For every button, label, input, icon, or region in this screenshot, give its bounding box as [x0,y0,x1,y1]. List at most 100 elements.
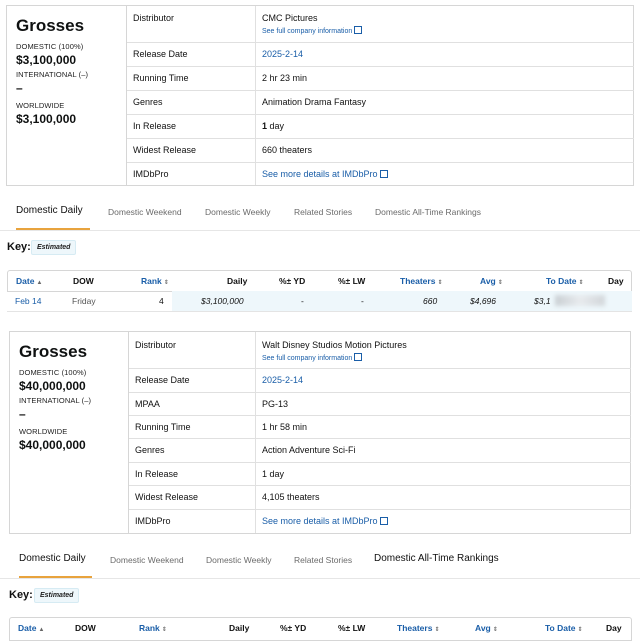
blurred-overlay [555,295,605,306]
col-pct-yd[interactable]: %± YD [279,276,305,286]
active-tab-indicator [19,576,92,578]
col-rank[interactable]: Rank ⇕ [139,623,167,633]
col-day[interactable]: Day [608,276,624,286]
international-label: INTERNATIONAL (–) [16,70,89,79]
row-to-date: $3,1 [534,296,551,306]
detail-label: IMDbPro [133,169,169,179]
external-link-icon [379,170,388,178]
detail-value: 4,105 theaters [262,492,320,502]
detail-row-release-date: Release Date 2025-2-14 [129,368,631,393]
details-table-1: Distributor CMC Pictures See full compan… [126,6,634,185]
tab-domestic-weekend[interactable]: Domestic Weekend [108,207,182,217]
detail-label: Genres [133,97,163,107]
external-link-icon [354,26,363,34]
domestic-value: $3,100,000 [16,53,77,67]
col-avg[interactable]: Avg ⇕ [480,276,503,286]
detail-value: 1 day [262,121,285,131]
col-dow[interactable]: DOW [73,276,94,286]
col-daily[interactable]: Daily [229,623,249,633]
grosses-title: Grosses [19,342,88,361]
domestic-label: DOMESTIC (100%) [16,42,84,51]
sort-asc-icon: ▲ [38,627,45,633]
detail-value: 1 hr 58 min [262,422,308,432]
detail-row-mpaa: MPAA PG-13 [129,392,631,416]
key-label: Key: [7,241,31,253]
col-avg[interactable]: Avg ⇕ [475,623,498,633]
tab-related-stories[interactable]: Related Stories [294,555,352,565]
row-theaters: 660 [423,296,438,306]
detail-value: PG-13 [262,399,289,409]
tab-related-stories[interactable]: Related Stories [294,207,352,217]
table-header-2: Date ▲ DOW Rank ⇕ Daily %± YD %± LW Theate… [9,617,632,641]
sort-icon: ⇕ [578,280,584,286]
detail-row-imdbpro: IMDbPro See more details at IMDbPro [129,509,631,533]
details-table-2: Distributor Walt Disney Studios Motion P… [128,332,631,533]
tab-domestic-weekend[interactable]: Domestic Weekend [110,555,184,565]
detail-row-running-time: Running Time 2 hr 23 min [127,66,634,91]
col-pct-lw[interactable]: %± LW [338,276,365,286]
detail-value: 1 day [262,469,285,479]
imdbpro-link[interactable]: See more details at IMDbPro [262,516,388,526]
col-rank[interactable]: Rank ⇕ [141,276,169,286]
col-day[interactable]: Day [606,623,622,633]
tab-domestic-daily[interactable]: Domestic Daily [16,205,83,216]
table-header-1: Date ▲ DOW Rank ⇕ Daily %± YD %± LW Theate… [7,270,632,292]
estimated-badge: Estimated [34,588,80,603]
detail-label: IMDbPro [135,516,171,526]
international-value: – [19,407,26,421]
row-date[interactable]: Feb 14 [15,296,41,306]
col-pct-yd[interactable]: %± YD [280,623,306,633]
imdbpro-link[interactable]: See more details at IMDbPro [262,169,388,179]
detail-value: Action Adventure Sci-Fi [262,445,356,455]
row-avg: $4,696 [470,296,496,306]
tab-domestic-weekly[interactable]: Domestic Weekly [205,207,271,217]
company-info-link[interactable]: See full company information [262,25,363,35]
detail-label: Widest Release [133,145,197,155]
grosses-panel-1: Grosses DOMESTIC (100%) $3,100,000 INTER… [16,16,126,126]
tab-domestic-weekly[interactable]: Domestic Weekly [206,555,272,565]
tab-all-time-rankings[interactable]: Domestic All-Time Rankings [375,207,481,217]
worldwide-label: WORLDWIDE [16,101,65,110]
tab-bar-2: Domestic Daily Domestic Weekend Domestic… [0,552,640,579]
tab-domestic-daily[interactable]: Domestic Daily [19,553,86,564]
detail-label: Genres [135,445,165,455]
company-info-link[interactable]: See full company information [262,352,407,362]
col-theaters[interactable]: Theaters ⇕ [400,276,442,286]
detail-value: 2 hr 23 min [262,73,308,83]
release-date-link[interactable]: 2025-2-14 [262,49,303,59]
detail-label: Widest Release [135,492,199,502]
col-to-date[interactable]: To Date ⇕ [545,623,583,633]
detail-value: Walt Disney Studios Motion Pictures [262,340,407,350]
detail-row-in-release: In Release 1 day [127,114,634,139]
worldwide-value: $40,000,000 [19,438,86,452]
detail-label: Release Date [133,49,188,59]
detail-label: Distributor [135,340,177,350]
sort-icon: ⇕ [492,627,498,633]
detail-row-running-time: Running Time 1 hr 58 min [129,415,631,439]
row-dow: Friday [72,296,96,306]
domestic-value: $40,000,000 [19,379,86,393]
detail-label: Running Time [135,422,191,432]
worldwide-value: $3,100,000 [16,112,77,126]
table-row: Feb 14 Friday 4 $3,100,000 - - 660 $4,69… [7,291,632,312]
release-date-link[interactable]: 2025-2-14 [262,375,303,385]
col-dow[interactable]: DOW [75,623,96,633]
col-date[interactable]: Date ▲ [18,623,44,633]
col-date[interactable]: Date ▲ [16,276,42,286]
grosses-title: Grosses [16,16,85,35]
col-to-date[interactable]: To Date ⇕ [546,276,584,286]
tab-all-time-rankings[interactable]: Domestic All-Time Rankings [374,553,499,564]
col-daily[interactable]: Daily [227,276,247,286]
detail-value: 660 theaters [262,145,313,155]
col-pct-lw[interactable]: %± LW [338,623,365,633]
sort-asc-icon: ▲ [36,280,43,286]
detail-label: MPAA [135,399,160,409]
detail-label: In Release [133,121,177,131]
col-theaters[interactable]: Theaters ⇕ [397,623,439,633]
sort-icon: ⇕ [497,280,503,286]
row-daily: $3,100,000 [201,296,244,306]
detail-row-release-date: Release Date 2025-2-14 [127,42,634,67]
row-pct-lw: - [361,296,364,306]
detail-label: Release Date [135,375,190,385]
external-link-icon [379,517,388,525]
